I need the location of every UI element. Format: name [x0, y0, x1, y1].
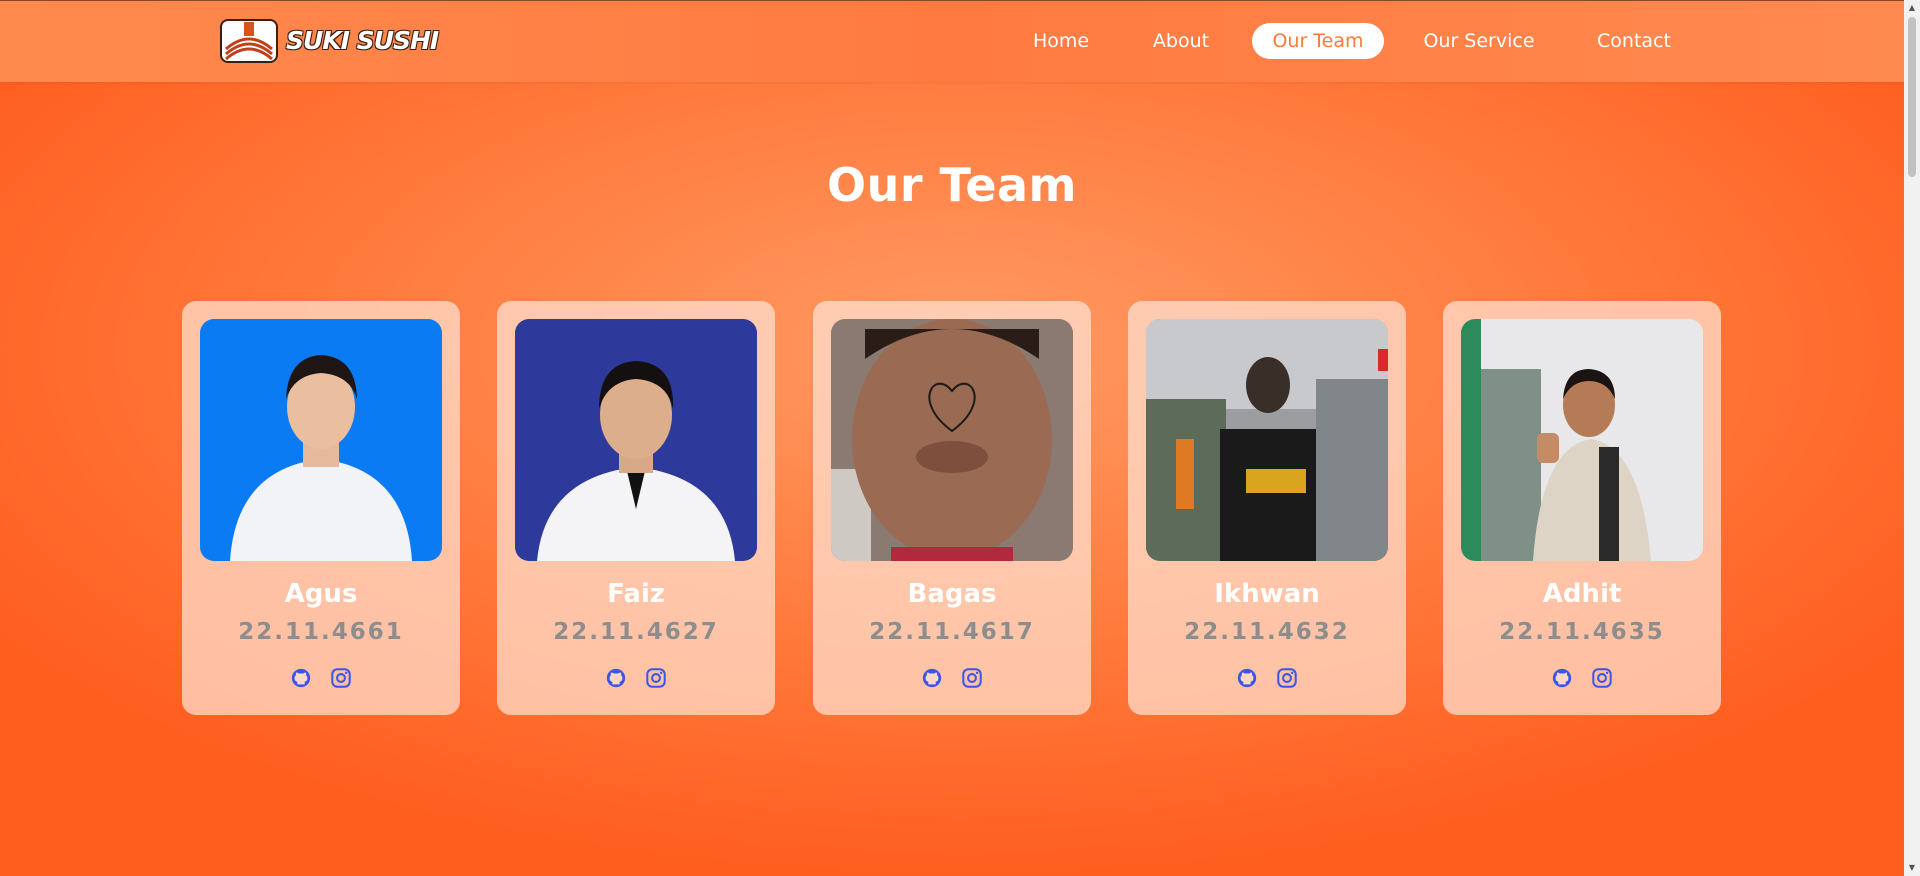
member-nim: 22.11.4617: [869, 619, 1035, 645]
instagram-icon[interactable]: [961, 667, 983, 689]
member-name: Adhit: [1542, 579, 1622, 609]
nav-our-team[interactable]: Our Team: [1252, 23, 1384, 59]
scrollbar-thumb[interactable]: [1908, 17, 1916, 177]
member-nim: 22.11.4661: [238, 619, 404, 645]
member-name: Bagas: [907, 579, 997, 609]
member-nim: 22.11.4632: [1184, 619, 1350, 645]
scroll-down-icon[interactable]: ▼: [1908, 864, 1916, 872]
vertical-scrollbar[interactable]: ▲ ▼: [1904, 0, 1920, 876]
github-icon[interactable]: [1551, 667, 1573, 689]
member-photo: [1461, 319, 1703, 561]
page: SUKI SUSHI Home About Our Team Our Servi…: [0, 0, 1904, 876]
member-name: Agus: [284, 579, 358, 609]
social-links: [497, 667, 775, 691]
social-links: [182, 667, 460, 691]
scroll-up-icon[interactable]: ▲: [1908, 4, 1916, 12]
nav-contact[interactable]: Contact: [1584, 23, 1684, 59]
instagram-icon[interactable]: [330, 667, 352, 689]
member-photo: [515, 319, 757, 561]
member-photo: [200, 319, 442, 561]
member-nim: 22.11.4627: [553, 619, 719, 645]
instagram-icon[interactable]: [1276, 667, 1298, 689]
nav-our-service[interactable]: Our Service: [1414, 23, 1544, 59]
social-links: [813, 667, 1091, 691]
team-card: Faiz 22.11.4627: [497, 301, 775, 715]
member-name: Faiz: [607, 579, 665, 609]
team-card: Agus 22.11.4661: [182, 301, 460, 715]
team-card: Adhit 22.11.4635: [1443, 301, 1721, 715]
social-links: [1128, 667, 1406, 691]
member-name: Ikhwan: [1214, 579, 1320, 609]
main-nav: Home About Our Team Our Service Contact: [0, 23, 1904, 59]
member-photo: [831, 319, 1073, 561]
instagram-icon[interactable]: [1591, 667, 1613, 689]
github-icon[interactable]: [1236, 667, 1258, 689]
section-title: Our Team: [827, 158, 1077, 212]
github-icon[interactable]: [605, 667, 627, 689]
team-card: Ikhwan 22.11.4632: [1128, 301, 1406, 715]
github-icon[interactable]: [290, 667, 312, 689]
social-links: [1443, 667, 1721, 691]
member-photo: [1146, 319, 1388, 561]
member-nim: 22.11.4635: [1499, 619, 1665, 645]
team-card: Bagas 22.11.4617: [813, 301, 1091, 715]
nav-about[interactable]: About: [1140, 23, 1222, 59]
nav-home[interactable]: Home: [1018, 23, 1104, 59]
instagram-icon[interactable]: [645, 667, 667, 689]
site-header: SUKI SUSHI Home About Our Team Our Servi…: [0, 1, 1904, 82]
github-icon[interactable]: [921, 667, 943, 689]
